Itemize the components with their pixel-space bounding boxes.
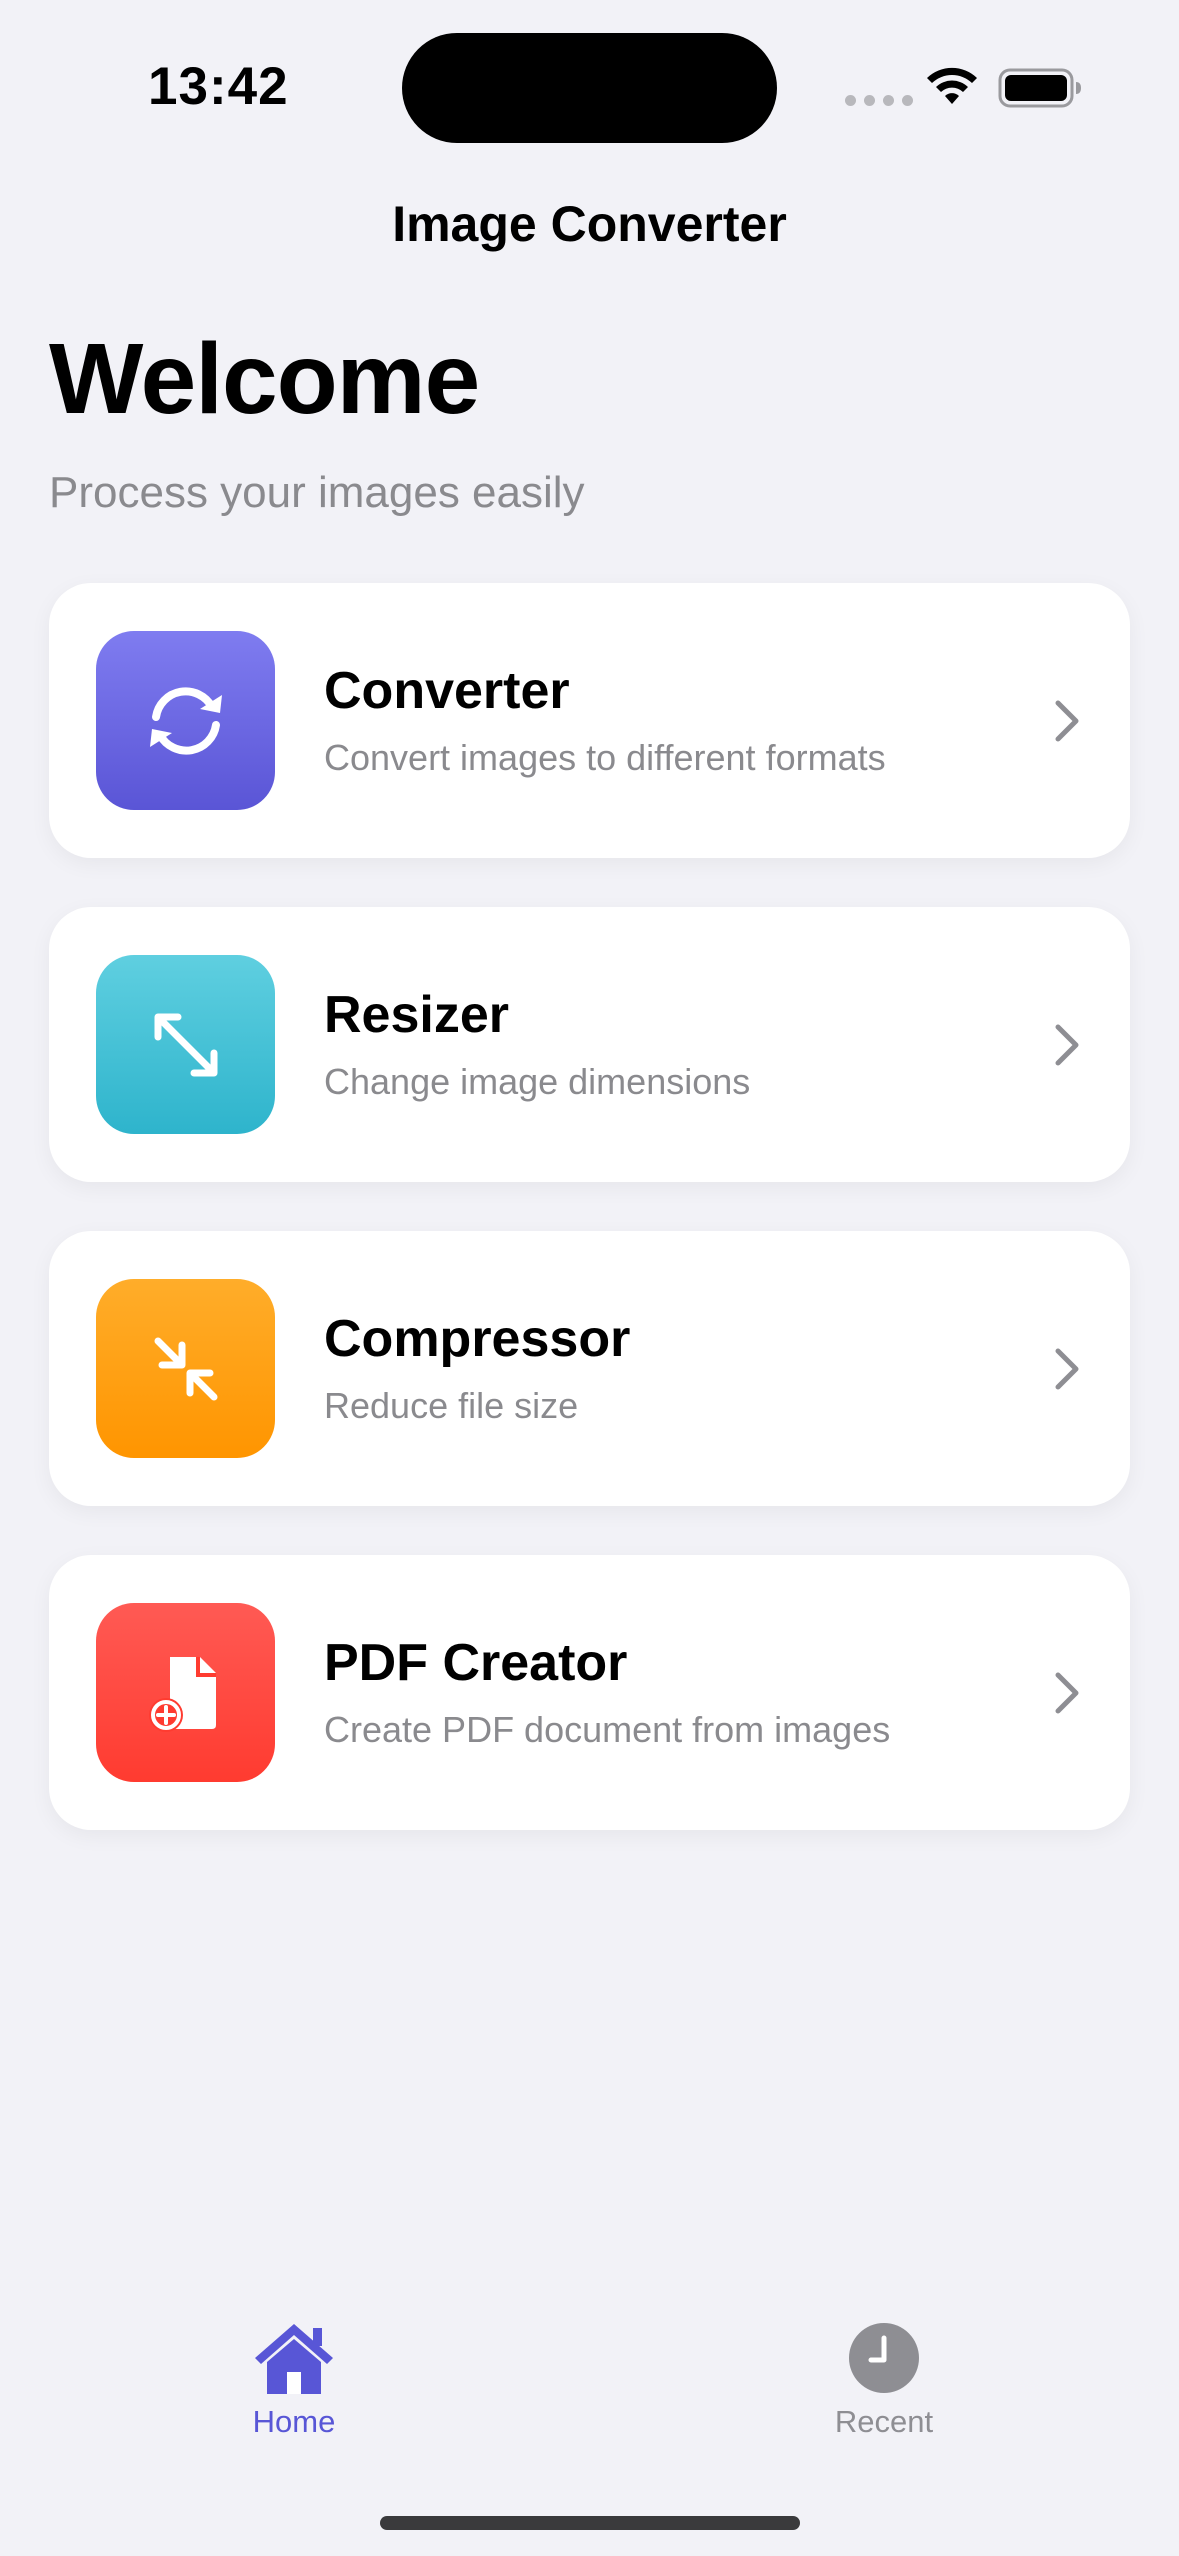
tab-label: Recent [834,2404,934,2439]
tab-label: Home [252,2404,336,2439]
battery-icon [998,68,1081,108]
tab-recent[interactable]: Recent [784,2320,984,2440]
chevron-right-icon [1055,1024,1079,1066]
compress-arrows-icon [96,1279,275,1458]
document-plus-icon [96,1603,275,1782]
chevron-right-icon [1055,700,1079,742]
dynamic-island [402,33,777,143]
resizer-card[interactable]: Resizer Change image dimensions [49,907,1130,1182]
nav-title: Image Converter [392,196,787,252]
chevron-right-icon [1055,1348,1079,1390]
card-title: Converter [324,662,570,720]
house-icon [255,2324,333,2394]
page-title: Welcome [49,323,480,435]
status-time: 13:42 [148,57,289,116]
card-description: Convert images to different formats [324,737,886,778]
compressor-card[interactable]: Compressor Reduce file size [49,1231,1130,1506]
converter-card[interactable]: Converter Convert images to different fo… [49,583,1130,858]
page-subtitle: Process your images easily [49,468,585,517]
tab-home[interactable]: Home [194,2320,394,2440]
card-description: Reduce file size [324,1385,579,1426]
status-bar: 13:42 [0,0,1179,150]
home-indicator[interactable] [380,2516,800,2530]
card-title: Compressor [324,1310,631,1368]
clock-icon [849,2323,919,2393]
wifi-icon [927,67,977,104]
arrows-rotate-icon [96,631,275,810]
pdf-creator-card[interactable]: PDF Creator Create PDF document from ima… [49,1555,1130,1830]
card-description: Change image dimensions [324,1061,751,1102]
card-description: Create PDF document from images [324,1709,891,1750]
chevron-right-icon [1055,1672,1079,1714]
expand-arrows-icon [96,955,275,1134]
card-title: Resizer [324,986,509,1044]
card-title: PDF Creator [324,1634,628,1692]
cellular-signal-icon [845,95,913,106]
